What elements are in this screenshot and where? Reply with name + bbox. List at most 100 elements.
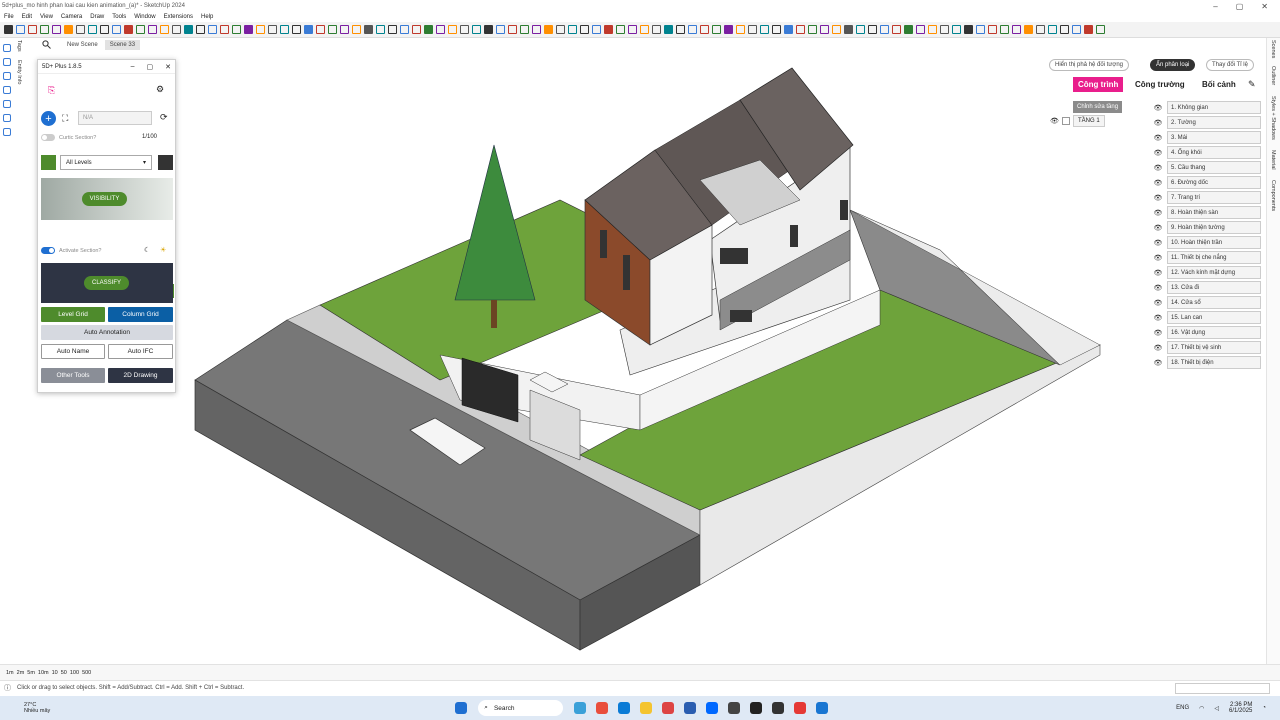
toolbar-tool-icon[interactable] (328, 25, 337, 34)
toolbar-tool-icon[interactable] (520, 25, 529, 34)
toolbar-tool-icon[interactable] (748, 25, 757, 34)
toolbar-tool-icon[interactable] (628, 25, 637, 34)
toolbar-tool-icon[interactable] (640, 25, 649, 34)
toolbar-tool-icon[interactable] (592, 25, 601, 34)
add-icon[interactable]: + (41, 111, 56, 126)
layer-row[interactable]: 👁 17. Thiết bị vệ sinh (1153, 340, 1261, 355)
toolbar-tool-icon[interactable] (832, 25, 841, 34)
scene-tab-33[interactable]: Scene 33 (104, 40, 141, 50)
scene-tab-new[interactable]: New Scene (62, 40, 103, 50)
toolbar-tool-icon[interactable] (1024, 25, 1033, 34)
toolbar-tool-icon[interactable] (1000, 25, 1009, 34)
minimize-icon[interactable]: – (1213, 2, 1217, 11)
eye-icon[interactable]: 👁 (1153, 314, 1163, 322)
search-icon[interactable] (42, 40, 51, 49)
menu-draw[interactable]: Draw (90, 14, 104, 20)
layer-row[interactable]: 👁 7. Trang trí (1153, 190, 1261, 205)
layer-label[interactable]: 10. Hoàn thiện trần (1167, 236, 1261, 249)
panel-close-icon[interactable]: ✕ (165, 63, 171, 71)
maximize-icon[interactable]: ▢ (1236, 2, 1244, 11)
gear-icon[interactable]: ⚙ (156, 84, 164, 95)
toolbar-tool-icon[interactable] (472, 25, 481, 34)
eye-icon[interactable]: 👁 (1050, 117, 1059, 125)
layer-label[interactable]: 8. Hoàn thiện sàn (1167, 206, 1261, 219)
category-tab-context[interactable]: Bối cảnh (1197, 77, 1241, 92)
toolbar-tool-icon[interactable] (88, 25, 97, 34)
taskbar-search[interactable]: ⌕ Search (478, 700, 564, 716)
scale-50[interactable]: 50 (61, 670, 67, 676)
toolbar-tool-icon[interactable] (1072, 25, 1081, 34)
category-tab-site[interactable]: Công trường (1130, 77, 1190, 92)
sun-icon[interactable]: ☀ (160, 246, 166, 254)
toolbar-tool-icon[interactable] (40, 25, 49, 34)
toolbar-tool-icon[interactable] (916, 25, 925, 34)
floor-label[interactable]: TẦNG 1 (1073, 115, 1105, 127)
level-grid-button[interactable]: Level Grid (41, 307, 105, 322)
volume-icon[interactable]: ◁ (1214, 705, 1219, 712)
eye-icon[interactable]: 👁 (1153, 329, 1163, 337)
toolbar-tool-icon[interactable] (292, 25, 301, 34)
toolbar-tool-icon[interactable] (796, 25, 805, 34)
windows-start-icon[interactable] (455, 702, 468, 714)
scale-2m[interactable]: 2m (17, 670, 25, 676)
toolbar-tool-icon[interactable] (736, 25, 745, 34)
layer-row[interactable]: 👁 3. Mái (1153, 130, 1261, 145)
auto-name-button[interactable]: Auto Name (41, 344, 105, 359)
toolbar-tool-icon[interactable] (4, 25, 13, 34)
chrome-icon[interactable] (596, 702, 609, 714)
layer-row[interactable]: 👁 8. Hoàn thiện sàn (1153, 205, 1261, 220)
layer-row[interactable]: 👁 4. Ống khói (1153, 145, 1261, 160)
app-icon-6[interactable] (772, 702, 785, 714)
menu-help[interactable]: Help (201, 14, 213, 20)
toolbar-tool-icon[interactable] (460, 25, 469, 34)
toolbar-tool-icon[interactable] (304, 25, 313, 34)
layer-row[interactable]: 👁 18. Thiết bị điện (1153, 355, 1261, 370)
layer-label[interactable]: 15. Lan can (1167, 311, 1261, 324)
toolbar-tool-icon[interactable] (364, 25, 373, 34)
layer-label[interactable]: 1. Không gian (1167, 101, 1261, 114)
toolbar-tool-icon[interactable] (244, 25, 253, 34)
app-icon-5[interactable] (750, 702, 763, 714)
panel-minimize-icon[interactable]: – (131, 63, 135, 70)
toolbar-tool-icon[interactable] (52, 25, 61, 34)
toolbar-tool-icon[interactable] (232, 25, 241, 34)
drawing-2d-button[interactable]: 2D Drawing (108, 368, 173, 383)
toolbar-tool-icon[interactable] (388, 25, 397, 34)
toolbar-tool-icon[interactable] (496, 25, 505, 34)
toolbar-tool-icon[interactable] (256, 25, 265, 34)
toolbar-tool-icon[interactable] (268, 25, 277, 34)
toolbar-tool-icon[interactable] (784, 25, 793, 34)
app-icon-4[interactable] (728, 702, 741, 714)
change-scale-button[interactable]: Thay đổi Tỉ lệ (1206, 59, 1254, 71)
toolbar-tool-icon[interactable] (760, 25, 769, 34)
select-tool-icon[interactable] (3, 44, 11, 52)
toolbar-tool-icon[interactable] (976, 25, 985, 34)
layer-row[interactable]: 👁 5. Cầu thang (1153, 160, 1261, 175)
toolbar-tool-icon[interactable] (928, 25, 937, 34)
app-icon-3[interactable] (684, 702, 697, 714)
menu-camera[interactable]: Camera (61, 14, 82, 20)
toolbar-tool-icon[interactable] (568, 25, 577, 34)
toolbar-tool-icon[interactable] (868, 25, 877, 34)
toolbar-tool-icon[interactable] (220, 25, 229, 34)
toolbar-tool-icon[interactable] (352, 25, 361, 34)
layer-label[interactable]: 12. Vách kính mặt dựng (1167, 266, 1261, 279)
toolbar-tool-icon[interactable] (820, 25, 829, 34)
layer-label[interactable]: 14. Cửa sổ (1167, 296, 1261, 309)
visibility-button[interactable]: VISIBILITY (82, 192, 127, 206)
edge-icon[interactable] (618, 702, 631, 714)
toolbar-tool-icon[interactable] (184, 25, 193, 34)
toolbar-tool-icon[interactable] (196, 25, 205, 34)
na-select[interactable]: N/A (78, 111, 152, 125)
activate-section-toggle[interactable] (41, 247, 55, 254)
eye-icon[interactable]: 👁 (1153, 254, 1163, 262)
toolbar-tool-icon[interactable] (172, 25, 181, 34)
layer-row[interactable]: 👁 9. Hoàn thiện tường (1153, 220, 1261, 235)
toolbar-tool-icon[interactable] (400, 25, 409, 34)
toolbar-tool-icon[interactable] (688, 25, 697, 34)
tray-scenes[interactable]: Scenes (1270, 40, 1276, 58)
tray-material[interactable]: Material (1270, 150, 1276, 170)
zalo-icon[interactable] (706, 702, 719, 714)
toolbar-tool-icon[interactable] (1036, 25, 1045, 34)
toolbar-tool-icon[interactable] (556, 25, 565, 34)
